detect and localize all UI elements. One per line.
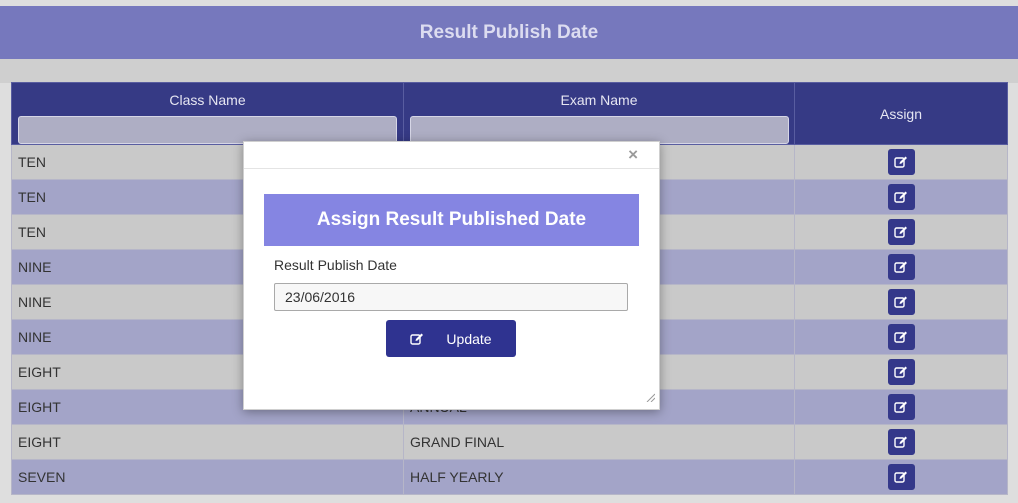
assign-cell [794, 354, 1008, 390]
edit-icon [894, 155, 908, 169]
assign-edit-button[interactable] [887, 359, 915, 385]
assign-cell [794, 179, 1008, 215]
assign-cell [794, 319, 1008, 355]
assign-cell [794, 249, 1008, 285]
edit-icon [894, 260, 908, 274]
resize-grip-icon[interactable] [646, 389, 656, 405]
edit-icon [894, 225, 908, 239]
assign-edit-button[interactable] [887, 149, 915, 175]
edit-icon [894, 365, 908, 379]
class-name-filter-input[interactable] [18, 116, 397, 144]
exam-name-filter-input[interactable] [410, 116, 789, 144]
column-label-assign: Assign [879, 105, 923, 122]
assign-edit-button[interactable] [887, 254, 915, 280]
assign-edit-button[interactable] [887, 324, 915, 350]
update-button-label: Update [446, 330, 492, 347]
exam-name-cell: GRAND FINAL [403, 424, 795, 460]
edit-icon [894, 330, 908, 344]
assign-date-modal: × Assign Result Published Date Result Pu… [243, 141, 660, 410]
page-header: Result Publish Date [0, 6, 1018, 59]
class-name-cell: SEVEN [11, 459, 404, 495]
edit-icon [894, 435, 908, 449]
assign-edit-button[interactable] [887, 464, 915, 490]
publish-date-label: Result Publish Date [274, 257, 397, 273]
modal-title: Assign Result Published Date [264, 194, 639, 246]
exam-name-cell: HALF YEARLY [403, 459, 795, 495]
column-header-class-name: Class Name [11, 82, 404, 145]
edit-icon [894, 400, 908, 414]
assign-edit-button[interactable] [887, 289, 915, 315]
assign-cell [794, 424, 1008, 460]
modal-title-text: Assign Result Published Date [316, 209, 587, 230]
toolbar-band [0, 59, 1018, 83]
update-button[interactable]: Update [386, 320, 516, 357]
publish-date-input[interactable] [274, 283, 628, 311]
edit-icon [894, 295, 908, 309]
edit-icon [894, 190, 908, 204]
assign-edit-button[interactable] [887, 184, 915, 210]
page-title: Result Publish Date [419, 21, 599, 43]
table-row: SEVEN HALF YEARLY [11, 459, 1008, 495]
assign-cell [794, 144, 1008, 180]
column-label-class-name: Class Name [169, 92, 246, 108]
table-header-row: Class Name Exam Name Assign [11, 82, 1008, 145]
assign-cell [794, 389, 1008, 425]
edit-icon [410, 332, 424, 346]
table-row: EIGHT GRAND FINAL [11, 424, 1008, 460]
column-label-exam-name: Exam Name [560, 92, 638, 108]
assign-edit-button[interactable] [887, 219, 915, 245]
assign-edit-button[interactable] [887, 394, 915, 420]
modal-topbar: × [244, 142, 659, 169]
assign-cell [794, 284, 1008, 320]
class-name-cell: EIGHT [11, 424, 404, 460]
assign-edit-button[interactable] [887, 429, 915, 455]
assign-cell [794, 214, 1008, 250]
edit-icon [894, 470, 908, 484]
close-icon[interactable]: × [628, 146, 638, 163]
assign-cell [794, 459, 1008, 495]
column-header-assign: Assign [794, 82, 1008, 145]
column-header-exam-name: Exam Name [403, 82, 795, 145]
